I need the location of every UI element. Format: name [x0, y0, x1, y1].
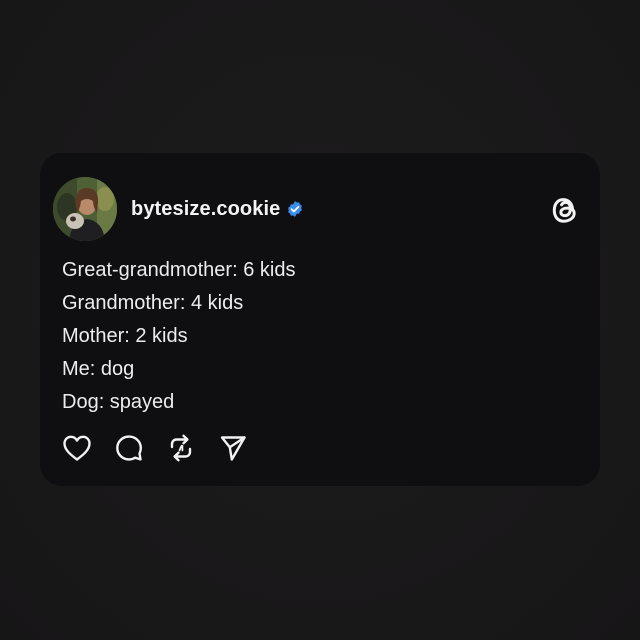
page-background: bytesize.cookie Great-grandmother: 6 kid…	[0, 0, 640, 640]
post-actions	[62, 433, 270, 463]
threads-logo-icon[interactable]	[549, 193, 581, 227]
share-button[interactable]	[218, 433, 248, 463]
username-row: bytesize.cookie	[131, 198, 304, 221]
heart-icon	[63, 435, 91, 461]
post-line: Me: dog	[62, 358, 135, 380]
post-line: Great-grandmother: 6 kids	[62, 259, 296, 281]
post-line: Grandmother: 4 kids	[62, 292, 244, 314]
comment-icon	[116, 435, 142, 461]
username[interactable]: bytesize.cookie	[131, 198, 280, 221]
verified-badge-icon	[286, 200, 304, 218]
post-line: Mother: 2 kids	[62, 325, 188, 347]
post-line: Dog: spayed	[62, 391, 175, 413]
post-header: bytesize.cookie	[53, 177, 304, 241]
post-body: Great-grandmother: 6 kids Grandmother: 4…	[62, 254, 295, 419]
repost-button[interactable]	[166, 433, 196, 463]
comment-button[interactable]	[114, 433, 144, 463]
share-icon	[220, 436, 246, 461]
repost-icon	[170, 434, 192, 462]
threads-post-card[interactable]: bytesize.cookie Great-grandmother: 6 kid…	[40, 153, 600, 486]
like-button[interactable]	[62, 433, 92, 463]
avatar[interactable]	[53, 177, 117, 241]
